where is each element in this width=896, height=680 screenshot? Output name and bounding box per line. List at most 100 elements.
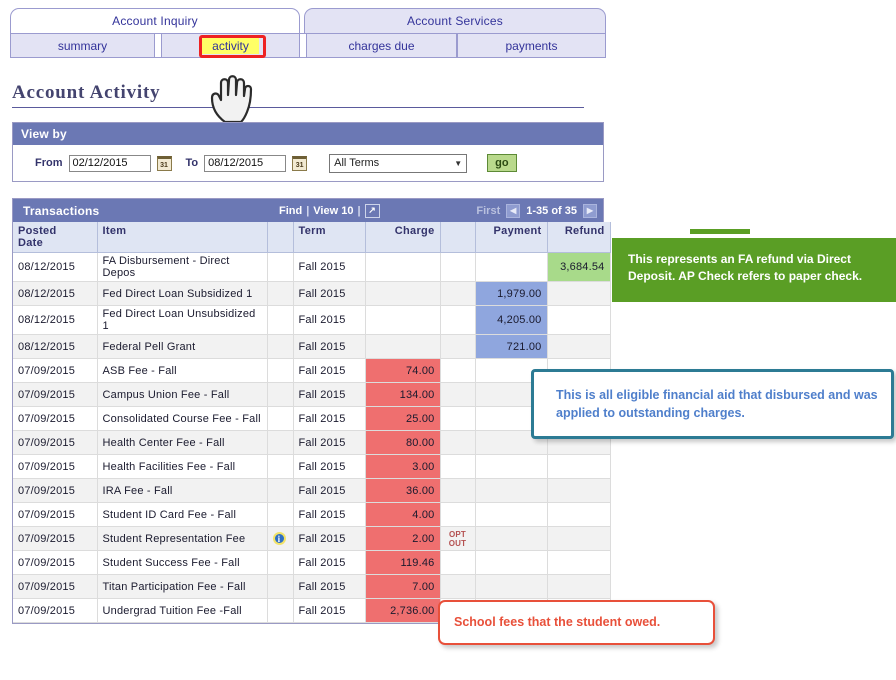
cell-flag: OPT OUT <box>440 526 476 551</box>
cell-charge <box>365 305 441 335</box>
cell-info <box>267 334 294 359</box>
subtab-payments-label: payments <box>505 38 558 53</box>
cell-item: Consolidated Course Fee - Fall <box>97 406 268 431</box>
to-label: To <box>185 157 199 169</box>
expand-icon[interactable]: ↗ <box>364 203 380 218</box>
cell-refund <box>547 502 611 527</box>
table-row[interactable]: 07/09/2015 Student Representation Fee i Fal… <box>13 526 611 551</box>
cell-info <box>267 406 294 431</box>
table-row[interactable]: 08/12/2015 Fed Direct Loan Subsidized 1 Fa… <box>13 281 611 306</box>
cell-charge: 2,736.00 <box>365 598 441 623</box>
cell-item: Student Representation Fee <box>97 526 268 551</box>
from-date-input[interactable] <box>68 154 151 172</box>
table-row[interactable]: 07/09/2015 Health Center Fee - Fall Fall 2… <box>13 430 611 455</box>
find-link[interactable]: Find <box>279 205 302 217</box>
from-calendar-icon[interactable]: 31 <box>156 155 172 171</box>
grid-tools: Find | View 10 | ↗ <box>279 203 380 218</box>
prev-page-icon[interactable]: ◀ <box>506 203 521 218</box>
cell-term: Fall 2015 <box>293 574 366 599</box>
col-refund[interactable]: Refund <box>547 222 611 253</box>
table-row[interactable]: 07/09/2015 Health Facilities Fee - Fall Fa… <box>13 454 611 479</box>
tab-account-inquiry-label: Account Inquiry <box>112 14 198 28</box>
col-posted-date[interactable]: Posted Date <box>13 222 98 253</box>
page-title: Account Activity <box>12 82 161 103</box>
cell-charge: 36.00 <box>365 478 441 503</box>
cell-payment: 4,205.00 <box>475 305 548 335</box>
cell-posted-date: 08/12/2015 <box>13 281 98 306</box>
table-row[interactable]: 07/09/2015 Student Success Fee - Fall Fall… <box>13 550 611 575</box>
cell-charge <box>365 252 441 282</box>
cell-posted-date: 08/12/2015 <box>13 305 98 335</box>
table-row[interactable]: 08/12/2015 Federal Pell Grant Fall 2015 721… <box>13 334 611 359</box>
table-row[interactable]: 08/12/2015 Fed Direct Loan Unsubsidized 1… <box>13 305 611 335</box>
cell-flag <box>440 454 476 479</box>
subtab-charges-due[interactable]: charges due <box>306 33 457 58</box>
green-callout-connector <box>690 229 750 234</box>
cell-flag <box>440 406 476 431</box>
cell-flag <box>440 430 476 455</box>
cell-posted-date: 08/12/2015 <box>13 252 98 282</box>
cell-posted-date: 07/09/2015 <box>13 526 98 551</box>
cell-charge: 2.00 <box>365 526 441 551</box>
transactions-grid-header: Transactions Find | View 10 | ↗ First ◀ … <box>13 199 603 222</box>
cell-flag <box>440 252 476 282</box>
cell-flag <box>440 281 476 306</box>
cell-term: Fall 2015 <box>293 430 366 455</box>
col-item[interactable]: Item <box>97 222 268 253</box>
opt-out-label[interactable]: OPT OUT <box>446 530 470 548</box>
tab-bar: Account Inquiry Account Services summary… <box>10 8 606 60</box>
account-activity-page: Account Inquiry Account Services summary… <box>0 0 896 680</box>
tab-account-services[interactable]: Account Services <box>304 8 606 33</box>
cell-item: ASB Fee - Fall <box>97 358 268 383</box>
term-select[interactable]: All Terms ▼ <box>329 153 468 173</box>
view-by-controls: From 31 To 31 All Terms ▼ go <box>13 145 603 181</box>
cell-charge: 3.00 <box>365 454 441 479</box>
table-row[interactable]: 07/09/2015 Campus Union Fee - Fall Fall 20… <box>13 382 611 407</box>
col-payment[interactable]: Payment <box>475 222 548 253</box>
cell-charge: 80.00 <box>365 430 441 455</box>
table-row[interactable]: 07/09/2015 Student ID Card Fee - Fall Fall… <box>13 502 611 527</box>
table-row[interactable]: 07/09/2015 Titan Participation Fee - Fall… <box>13 574 611 599</box>
cell-flag <box>440 478 476 503</box>
go-button[interactable]: go <box>487 154 517 172</box>
table-row[interactable]: 07/09/2015 IRA Fee - Fall Fall 2015 36.00 <box>13 478 611 503</box>
first-page-label[interactable]: First <box>476 205 500 217</box>
row-count-label: 1-35 of 35 <box>526 204 577 217</box>
table-row[interactable]: 07/09/2015 Consolidated Course Fee - Fall… <box>13 406 611 431</box>
cell-info[interactable]: i <box>267 526 294 551</box>
cell-flag <box>440 574 476 599</box>
subtab-activity-label: activity <box>202 37 259 54</box>
next-page-icon[interactable]: ▶ <box>583 203 597 218</box>
cell-info <box>267 598 294 623</box>
title-divider <box>12 107 584 108</box>
cell-term: Fall 2015 <box>293 281 366 306</box>
table-row[interactable]: 08/12/2015 FA Disbursement - Direct Depos… <box>13 252 611 282</box>
cell-charge: 7.00 <box>365 574 441 599</box>
col-info <box>267 222 294 253</box>
to-date-input[interactable] <box>204 154 287 172</box>
callout-financial-aid-note: This is all eligible financial aid that … <box>531 369 894 439</box>
cell-item: Health Center Fee - Fall <box>97 430 268 455</box>
cell-posted-date: 07/09/2015 <box>13 358 98 383</box>
cell-payment <box>475 478 548 503</box>
table-header-row: Posted Date Item Term Charge Payment Ref… <box>13 222 611 253</box>
table-row[interactable]: 07/09/2015 ASB Fee - Fall Fall 2015 74.00 <box>13 358 611 383</box>
cell-item: IRA Fee - Fall <box>97 478 268 503</box>
col-charge[interactable]: Charge <box>365 222 441 253</box>
chevron-down-icon: ▼ <box>454 158 463 168</box>
subtab-charges-due-label: charges due <box>348 38 415 53</box>
subtab-summary[interactable]: summary <box>10 33 155 58</box>
view-by-header: View by <box>13 123 603 145</box>
subtab-payments[interactable]: payments <box>457 33 606 58</box>
tab-account-inquiry[interactable]: Account Inquiry <box>10 8 300 33</box>
col-term[interactable]: Term <box>293 222 366 253</box>
cell-posted-date: 07/09/2015 <box>13 574 98 599</box>
info-icon[interactable]: i <box>272 532 286 545</box>
subtab-activity[interactable]: activity <box>161 33 300 58</box>
cell-term: Fall 2015 <box>293 252 366 282</box>
to-calendar-icon[interactable]: 31 <box>292 155 308 171</box>
view-count-link[interactable]: View 10 <box>313 205 353 217</box>
cell-posted-date: 07/09/2015 <box>13 550 98 575</box>
cell-refund <box>547 550 611 575</box>
cell-payment <box>475 502 548 527</box>
